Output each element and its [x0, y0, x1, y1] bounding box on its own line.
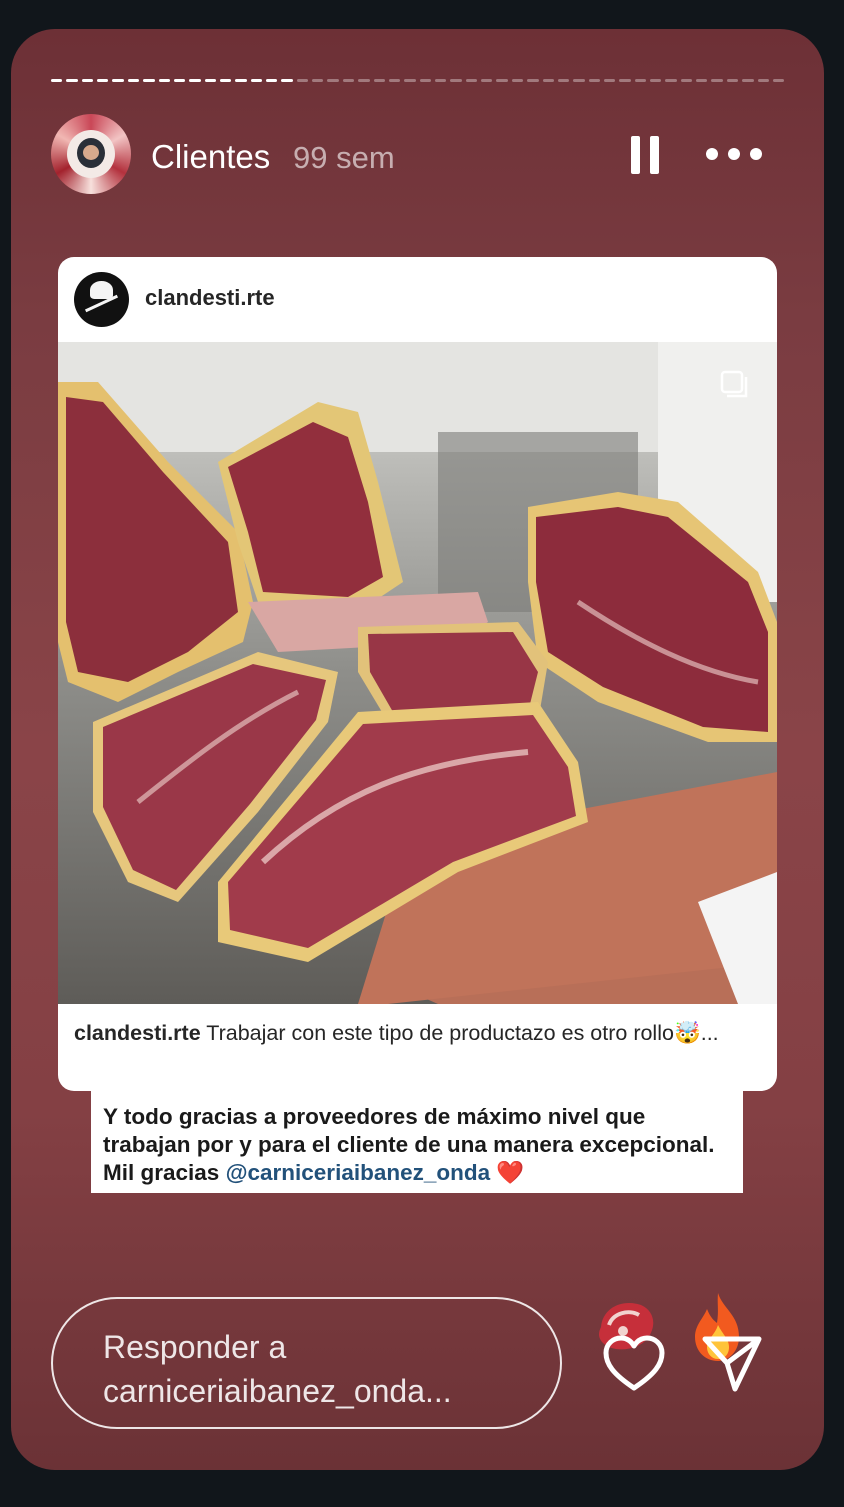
progress-segment	[312, 79, 324, 82]
progress-segment	[112, 79, 124, 82]
progress-segment	[419, 79, 431, 82]
mention-link[interactable]: @carniceriaibanez_onda	[226, 1160, 491, 1185]
progress-segment	[603, 79, 616, 82]
progress-segment	[465, 79, 478, 82]
avatar-face	[77, 138, 105, 168]
progress-segment	[772, 79, 785, 82]
progress-segment	[434, 79, 447, 82]
story-timestamp: 99 sem	[293, 140, 395, 175]
progress-segment	[250, 79, 263, 82]
progress-segment	[81, 79, 94, 82]
progress-segment	[711, 79, 723, 82]
text-sticker: Y todo gracias a proveedores de máximo n…	[91, 1091, 743, 1193]
progress-segment	[588, 79, 600, 82]
more-icon[interactable]	[706, 140, 762, 168]
progress-segment	[143, 79, 155, 82]
progress-segment	[404, 79, 416, 82]
shared-post-caption: clandesti.rte Trabajar con este tipo de …	[74, 1019, 754, 1047]
avatar[interactable]	[51, 114, 131, 194]
progress-segment	[219, 79, 232, 82]
progress-segment	[650, 79, 662, 82]
heart-icon[interactable]	[601, 1334, 667, 1394]
send-icon[interactable]	[701, 1333, 763, 1395]
progress-segment	[696, 79, 708, 82]
shared-post-card[interactable]: clandesti.rte clandesti.rte Trabajar con…	[58, 257, 777, 1091]
progress-segment	[342, 79, 355, 82]
progress-segment	[235, 79, 247, 82]
shared-post-avatar	[74, 272, 129, 327]
progress-segment	[358, 79, 370, 82]
progress-segment	[373, 79, 385, 82]
progress-segment	[327, 79, 339, 82]
story-header: Clientes 99 sem	[51, 114, 784, 194]
progress-segment	[726, 79, 739, 82]
progress-segment	[450, 79, 462, 82]
shared-post-photo	[58, 342, 777, 1004]
progress-segment	[665, 79, 677, 82]
caption-text: Trabajar con este tipo de productazo es …	[200, 1021, 719, 1045]
reply-input[interactable]: Responder a carniceriaibanez_onda...	[51, 1297, 562, 1429]
story-viewer: Clientes 99 sem clandesti.rte clandesti.…	[11, 29, 824, 1470]
progress-segment	[97, 79, 109, 82]
heart-emoji: ❤️	[490, 1160, 525, 1185]
progress-segment	[281, 79, 293, 82]
progress-segment	[573, 79, 585, 82]
progress-segment	[742, 79, 754, 82]
progress-segment	[511, 79, 524, 82]
progress-segment	[496, 79, 508, 82]
progress-segment	[66, 79, 78, 82]
story-username[interactable]: Clientes	[151, 138, 270, 176]
shared-post-username: clandesti.rte	[145, 285, 275, 310]
progress-segment	[266, 79, 278, 82]
progress-segment	[680, 79, 693, 82]
progress-segment	[204, 79, 216, 82]
progress-segment	[388, 79, 401, 82]
progress-segment	[619, 79, 631, 82]
progress-segment	[757, 79, 769, 82]
progress-segment	[634, 79, 647, 82]
progress-segment	[542, 79, 554, 82]
progress-segment	[296, 79, 309, 82]
shared-post-header: clandesti.rte	[58, 257, 777, 342]
avatar-image	[67, 130, 115, 178]
photo-illustration	[58, 342, 777, 1004]
caption-username: clandesti.rte	[74, 1021, 201, 1045]
progress-segment	[481, 79, 493, 82]
progress-segment	[557, 79, 570, 82]
story-progress-bar	[51, 79, 785, 82]
progress-segment	[527, 79, 539, 82]
carousel-icon	[720, 370, 748, 398]
progress-segment	[189, 79, 201, 82]
progress-segment	[51, 79, 63, 82]
progress-segment	[173, 79, 186, 82]
pause-icon[interactable]	[631, 136, 659, 174]
progress-segment	[127, 79, 140, 82]
progress-segment	[158, 79, 170, 82]
reply-placeholder: Responder a carniceriaibanez_onda...	[103, 1329, 452, 1409]
